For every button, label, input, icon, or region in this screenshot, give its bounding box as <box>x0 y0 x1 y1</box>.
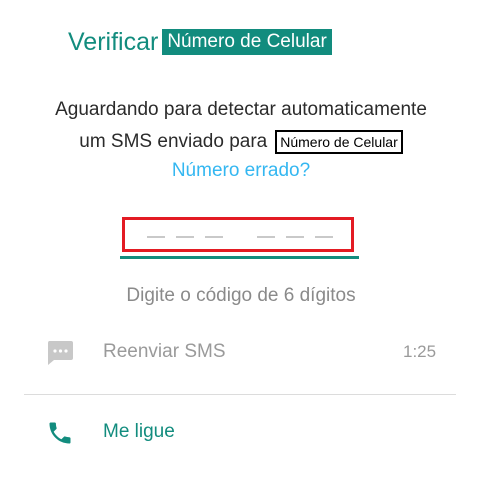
code-digit-slot-2 <box>176 236 194 238</box>
page-title: Verificar Número de Celular <box>68 27 332 57</box>
divider <box>24 394 456 395</box>
verification-code-input[interactable] <box>122 217 354 252</box>
resend-timer: 1:25 <box>403 342 437 361</box>
resend-sms-button[interactable]: Reenviar SMS 1:25 <box>0 332 482 372</box>
sms-icon <box>46 340 74 371</box>
description-line-2: um SMS enviado para Número de Celular <box>0 130 482 154</box>
code-digit-slot-3 <box>205 236 223 238</box>
call-me-label: Me ligue <box>103 421 175 442</box>
description-line-1: Aguardando para detectar automaticamente <box>55 99 427 120</box>
code-input-underline <box>120 256 359 259</box>
phone-icon <box>46 419 74 452</box>
phone-number-placeholder: Número de Celular <box>275 130 403 154</box>
code-digit-slot-4 <box>257 236 275 238</box>
wrong-number-link[interactable]: Número errado? <box>0 160 482 182</box>
code-digit-slot-6 <box>315 236 333 238</box>
verify-screen: Verificar Número de Celular Aguardando p… <box>0 0 482 482</box>
call-me-button[interactable]: Me ligue <box>0 414 482 454</box>
title-phone-highlight: Número de Celular <box>162 29 332 55</box>
code-digit-slot-1 <box>147 236 165 238</box>
title-prefix: Verificar <box>68 28 159 56</box>
code-digit-slot-5 <box>286 236 304 238</box>
description-line-2-text: um SMS enviado para <box>79 131 268 152</box>
code-hint: Digite o código de 6 dígitos <box>126 285 356 306</box>
resend-sms-label: Reenviar SMS <box>103 341 226 362</box>
